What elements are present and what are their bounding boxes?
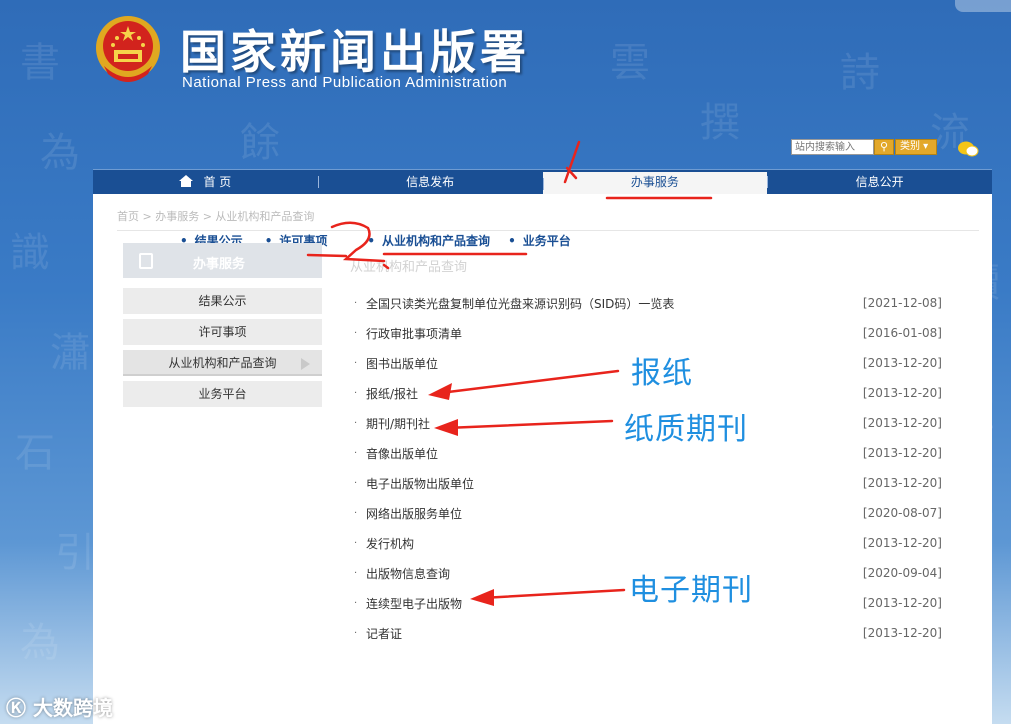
nav-services-label: 办事服务 <box>630 175 679 189</box>
list-item-title[interactable]: 连续型电子出版物 <box>366 595 863 612</box>
list-item-date: [2021-12-08] <box>862 296 942 310</box>
sidebar-heading-label: 办事服务 <box>193 257 246 272</box>
watermark-text: 大数跨境 <box>32 696 113 720</box>
sidebar-item-label: 许可事项 <box>198 325 247 339</box>
list-item-title[interactable]: 发行机构 <box>366 535 863 552</box>
watermark: Ⓚ 大数跨境 <box>6 692 113 721</box>
list-item-date: [2013-12-20] <box>862 416 942 430</box>
list-item-title[interactable]: 记者证 <box>366 625 863 642</box>
chevron-right-icon <box>301 358 310 370</box>
list-item-title[interactable]: 报纸/报社 <box>366 385 863 402</box>
list-item[interactable]: · 全国只读类光盘复制单位光盘来源识别码（SID码）一览表 [2021-12-08] <box>354 288 942 318</box>
corner-tab[interactable] <box>955 0 1011 12</box>
bullet: · <box>354 627 358 639</box>
breadcrumb: 首页 > 办事服务 > 从业机构和产品查询 <box>117 210 315 223</box>
list-item-date: [2013-12-20] <box>862 476 942 490</box>
list-item-date: [2020-09-04] <box>862 566 942 580</box>
list-item-date: [2013-12-20] <box>862 386 942 400</box>
main-nav: 首 页 信息发布 办事服务 信息公开 <box>93 169 992 194</box>
home-icon <box>179 175 194 187</box>
sidebar-item-label: 业务平台 <box>198 387 247 401</box>
list-item-date: [2013-12-20] <box>862 536 942 550</box>
bullet: · <box>354 327 358 339</box>
section-title: 从业机构和产品查询 <box>350 260 468 275</box>
list-item-date: [2013-12-20] <box>862 626 942 640</box>
sidebar-item-label: 结果公示 <box>198 294 247 308</box>
list-item-title[interactable]: 行政审批事项清单 <box>366 325 863 342</box>
search-button[interactable]: ⚲ <box>874 139 894 155</box>
list-item[interactable]: · 记者证 [2013-12-20] <box>354 618 942 648</box>
site-search: ⚲ 类别 ▾ <box>791 139 937 155</box>
list-item-title[interactable]: 全国只读类光盘复制单位光盘来源识别码（SID码）一览表 <box>366 295 863 312</box>
list-item-title[interactable]: 音像出版单位 <box>366 445 863 462</box>
sidebar-item-platform[interactable]: 业务平台 <box>123 381 322 407</box>
annotation-newspaper: 报纸 <box>631 356 693 391</box>
national-emblem-icon <box>96 16 160 82</box>
sidebar-heading: 办事服务 <box>123 243 322 278</box>
nav-info-disclosure-label: 信息公开 <box>855 175 904 189</box>
annotation-print-journal: 纸质期刊 <box>624 412 748 447</box>
list-item-date: [2013-12-20] <box>862 356 942 370</box>
bullet: · <box>354 537 358 549</box>
nav-info-release[interactable]: 信息发布 <box>317 170 543 194</box>
list-item[interactable]: · 行政审批事项清单 [2016-01-08] <box>354 318 942 348</box>
bullet: · <box>354 567 358 579</box>
category-label: 类别 <box>900 141 920 152</box>
bullet: · <box>354 417 358 429</box>
bullet: · <box>354 477 358 489</box>
bullet: · <box>354 297 358 309</box>
list-item-date: [2020-08-07] <box>862 506 942 520</box>
list-item[interactable]: · 发行机构 [2013-12-20] <box>354 528 942 558</box>
nav-info-disclosure[interactable]: 信息公开 <box>767 170 992 194</box>
list-item[interactable]: · 电子出版物出版单位 [2013-12-20] <box>354 468 942 498</box>
search-input[interactable] <box>791 139 874 155</box>
sidebar-menu: 结果公示 许可事项 从业机构和产品查询 业务平台 <box>123 288 322 412</box>
document-icon <box>139 253 153 269</box>
site-subtitle: National Press and Publication Administr… <box>182 74 508 91</box>
subnav-platform[interactable]: 业务平台 <box>508 232 571 249</box>
sidebar-item-label: 从业机构和产品查询 <box>168 356 277 370</box>
list-item-title[interactable]: 图书出版单位 <box>366 355 863 372</box>
list-item-date: [2013-12-20] <box>862 446 942 460</box>
list-item-date: [2013-12-20] <box>862 596 942 610</box>
sidebar-item-results[interactable]: 结果公示 <box>123 288 322 314</box>
sidebar-item-permits[interactable]: 许可事项 <box>123 319 322 345</box>
wechat-icon[interactable] <box>957 140 979 158</box>
category-select[interactable]: 类别 ▾ <box>895 139 937 155</box>
list-item-title[interactable]: 网络出版服务单位 <box>366 505 863 522</box>
bullet: · <box>354 597 358 609</box>
subnav-institution-query[interactable]: 从业机构和产品查询 <box>367 232 490 249</box>
list-item-date: [2016-01-08] <box>862 326 942 340</box>
bullet: · <box>354 507 358 519</box>
bullet: · <box>354 387 358 399</box>
annotation-e-journal: 电子期刊 <box>629 573 753 608</box>
nav-info-release-label: 信息发布 <box>406 175 455 189</box>
list-item[interactable]: · 网络出版服务单位 [2020-08-07] <box>354 498 942 528</box>
nav-home-label: 首 页 <box>203 175 232 189</box>
breadcrumb-divider <box>117 230 979 231</box>
bullet: · <box>354 357 358 369</box>
list-item-title[interactable]: 电子出版物出版单位 <box>366 475 863 492</box>
site-title: 国家新闻出版署 <box>180 25 530 79</box>
list-item-title[interactable]: 期刊/期刊社 <box>366 415 863 432</box>
bullet: · <box>354 447 358 459</box>
search-icon: ⚲ <box>879 140 889 153</box>
nav-home[interactable]: 首 页 <box>93 170 318 194</box>
list-item-title[interactable]: 出版物信息查询 <box>366 565 863 582</box>
sidebar-item-institution-query[interactable]: 从业机构和产品查询 <box>123 350 322 376</box>
nav-services[interactable]: 办事服务 <box>542 172 768 194</box>
watermark-logo-icon: Ⓚ <box>6 696 26 720</box>
site-header: 国家新闻出版署 National Press and Publication A… <box>0 0 1011 160</box>
